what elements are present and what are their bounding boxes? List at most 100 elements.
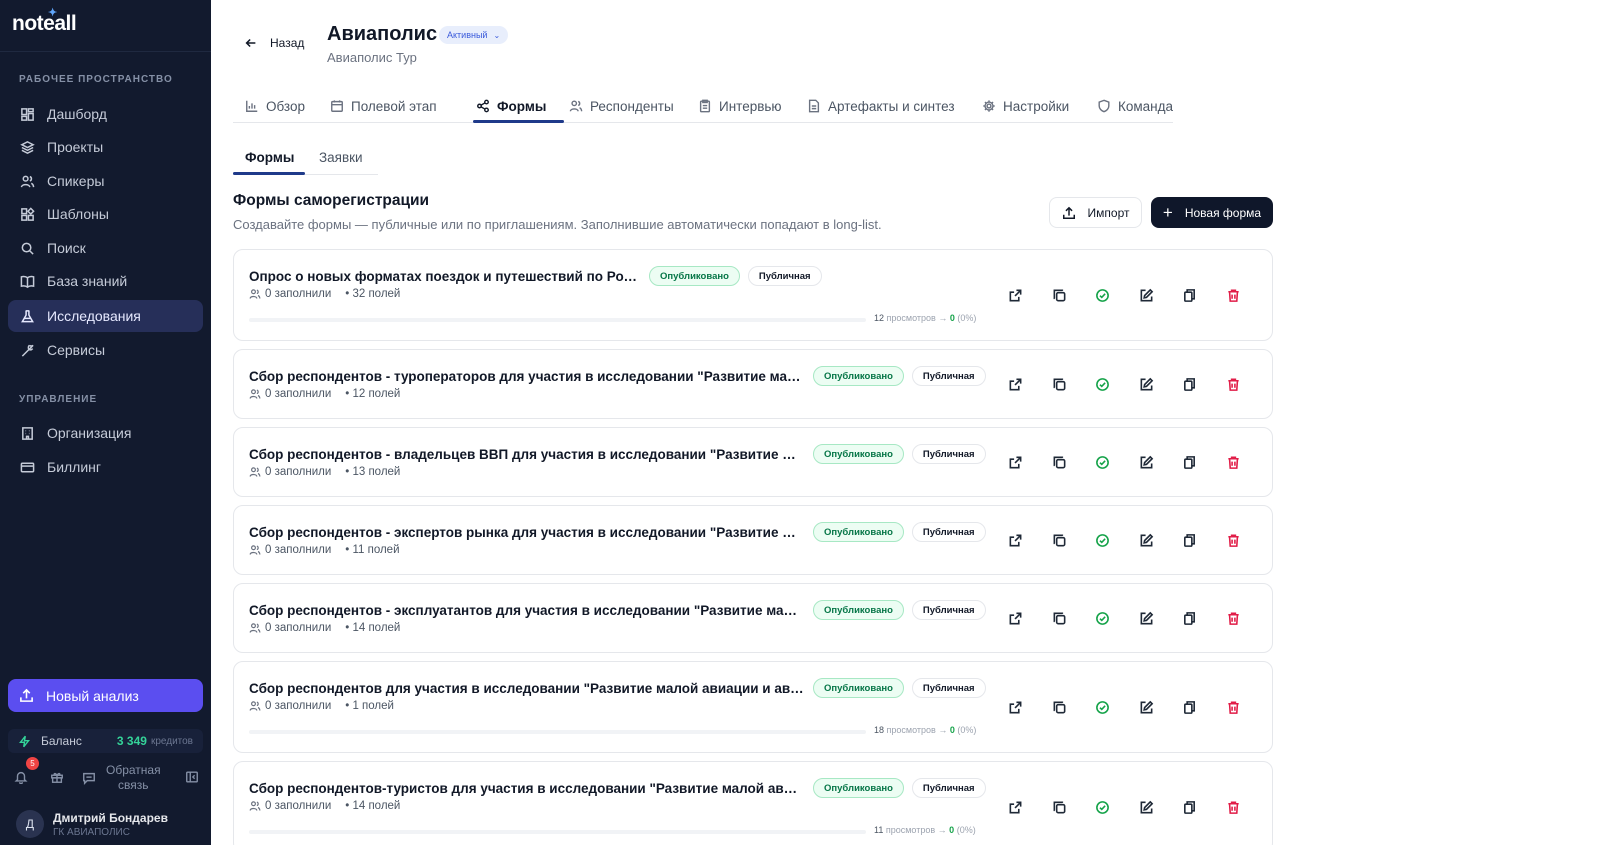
copy-button[interactable]: [1038, 797, 1082, 817]
duplicate-button[interactable]: [1168, 797, 1212, 817]
form-title[interactable]: Сбор респондентов - экспертов рынка для …: [249, 525, 805, 540]
new-analysis-button[interactable]: Новый анализ: [8, 679, 203, 712]
tab-forms[interactable]: Формы: [476, 89, 546, 123]
tab-overview[interactable]: Обзор: [245, 89, 305, 123]
check-circle-button[interactable]: [1081, 374, 1125, 394]
tab-team[interactable]: Команда: [1097, 89, 1173, 123]
external-link-button[interactable]: [994, 452, 1038, 472]
copy-button[interactable]: [1038, 697, 1082, 717]
edit-button[interactable]: [1125, 697, 1169, 717]
feedback-button[interactable]: Обратная связь: [82, 763, 161, 793]
sidebar-item-speakers[interactable]: Спикеры: [8, 165, 203, 197]
sidebar-item-knowledge-base[interactable]: База знаний: [8, 265, 203, 297]
trash-button[interactable]: [1212, 530, 1256, 550]
form-title[interactable]: Сбор респондентов - туроператоров для уч…: [249, 369, 805, 384]
form-card[interactable]: Сбор респондентов - туроператоров для уч…: [233, 349, 1273, 419]
copy-button[interactable]: [1038, 608, 1082, 628]
copy-button[interactable]: [1038, 374, 1082, 394]
form-card[interactable]: Опрос о новых форматах поездок и путешес…: [233, 249, 1273, 341]
check-circle-button[interactable]: [1081, 697, 1125, 717]
copy-button[interactable]: [1038, 530, 1082, 550]
tab-settings[interactable]: Настройки: [982, 89, 1069, 123]
copy-icon: [1053, 534, 1066, 546]
sidebar-item-search[interactable]: Поиск: [8, 232, 203, 264]
duplicate-icon: [1184, 700, 1196, 714]
sidebar-item-projects[interactable]: Проекты: [8, 131, 203, 163]
form-title[interactable]: Сбор респондентов для участия в исследов…: [249, 681, 805, 696]
form-card[interactable]: Сбор респондентов - экспертов рынка для …: [233, 505, 1273, 575]
tab-artifacts[interactable]: Артефакты и синтез: [807, 89, 955, 123]
copy-button[interactable]: [1038, 285, 1082, 305]
tab-respondents[interactable]: Респонденты: [569, 89, 674, 123]
edit-button[interactable]: [1125, 608, 1169, 628]
edit-button[interactable]: [1125, 797, 1169, 817]
form-title-row: Сбор респондентов-туристов для участия в…: [249, 778, 986, 798]
edit-button[interactable]: [1125, 530, 1169, 550]
subtab-forms[interactable]: Формы: [245, 141, 294, 174]
duplicate-button[interactable]: [1168, 697, 1212, 717]
form-title[interactable]: Сбор респондентов-туристов для участия в…: [249, 781, 805, 796]
edit-button[interactable]: [1125, 452, 1169, 472]
duplicate-button[interactable]: [1168, 608, 1212, 628]
external-link-button[interactable]: [994, 797, 1038, 817]
copy-icon: [1053, 701, 1066, 713]
sidebar-item-services[interactable]: Сервисы: [8, 334, 203, 366]
duplicate-button[interactable]: [1168, 285, 1212, 305]
chevron-down-icon: ⌄: [493, 30, 501, 40]
new-form-button[interactable]: + Новая форма: [1151, 197, 1273, 228]
gift-button[interactable]: [50, 770, 64, 787]
edit-button[interactable]: [1125, 285, 1169, 305]
form-card[interactable]: Сбор респондентов - владельцев ВВП для у…: [233, 427, 1273, 497]
duplicate-button[interactable]: [1168, 452, 1212, 472]
trash-button[interactable]: [1212, 608, 1256, 628]
sidebar-item-research[interactable]: Исследования: [8, 300, 203, 332]
form-title[interactable]: Сбор респондентов - эксплуатантов для уч…: [249, 603, 805, 618]
user-profile[interactable]: Д Дмитрий Бондарев ГК АВИАПОЛИС: [16, 810, 168, 838]
form-card[interactable]: Сбор респондентов - эксплуатантов для уч…: [233, 583, 1273, 653]
duplicate-button[interactable]: [1168, 374, 1212, 394]
sidebar-item-templates[interactable]: Шаблоны: [8, 198, 203, 230]
sidebar: noteall ✦ РАБОЧЕЕ ПРОСТРАНСТВО Дашборд Пр…: [0, 0, 211, 845]
sidebar-item-dashboard[interactable]: Дашборд: [8, 98, 203, 130]
trash-button[interactable]: [1212, 374, 1256, 394]
status-dropdown[interactable]: Активный ⌄: [439, 26, 509, 44]
chart-icon: [246, 100, 258, 112]
check-circle-button[interactable]: [1081, 608, 1125, 628]
tab-interviews[interactable]: Интервью: [698, 89, 782, 123]
check-circle-button[interactable]: [1081, 530, 1125, 550]
notifications-button[interactable]: 5: [14, 756, 39, 787]
status-badge: Опубликовано: [649, 266, 740, 286]
copy-button[interactable]: [1038, 452, 1082, 472]
form-card[interactable]: Сбор респондентов для участия в исследов…: [233, 661, 1273, 753]
back-label: Назад: [270, 36, 305, 50]
trash-button[interactable]: [1212, 797, 1256, 817]
back-button[interactable]: Назад: [244, 36, 304, 50]
import-button[interactable]: Импорт: [1049, 197, 1142, 228]
external-link-button[interactable]: [994, 374, 1038, 394]
trash-button[interactable]: [1212, 697, 1256, 717]
edit-icon: [1140, 700, 1154, 713]
sidebar-item-billing[interactable]: Биллинг: [8, 451, 203, 483]
trash-button[interactable]: [1212, 285, 1256, 305]
subtab-applications[interactable]: Заявки: [319, 141, 363, 174]
duplicate-button[interactable]: [1168, 530, 1212, 550]
collapse-sidebar-button[interactable]: [185, 770, 199, 787]
form-title-row: Сбор респондентов для участия в исследов…: [249, 678, 986, 698]
form-title[interactable]: Сбор респондентов - владельцев ВВП для у…: [249, 447, 805, 462]
logo[interactable]: noteall ✦: [12, 7, 77, 36]
check-circle-button[interactable]: [1081, 452, 1125, 472]
external-link-button[interactable]: [994, 530, 1038, 550]
edit-button[interactable]: [1125, 374, 1169, 394]
external-link-button[interactable]: [994, 697, 1038, 717]
user-text: Дмитрий Бондарев ГК АВИАПОЛИС: [53, 811, 168, 838]
external-link-button[interactable]: [994, 608, 1038, 628]
check-circle-button[interactable]: [1081, 797, 1125, 817]
trash-button[interactable]: [1212, 452, 1256, 472]
external-link-button[interactable]: [994, 285, 1038, 305]
check-circle-button[interactable]: [1081, 285, 1125, 305]
form-card[interactable]: Сбор респондентов-туристов для участия в…: [233, 761, 1273, 845]
form-title-row: Сбор респондентов - туроператоров для уч…: [249, 366, 986, 386]
tab-field-stage[interactable]: Полевой этап: [330, 89, 437, 123]
sidebar-item-organization[interactable]: Организация: [8, 417, 203, 449]
form-title[interactable]: Опрос о новых форматах поездок и путешес…: [249, 269, 641, 284]
